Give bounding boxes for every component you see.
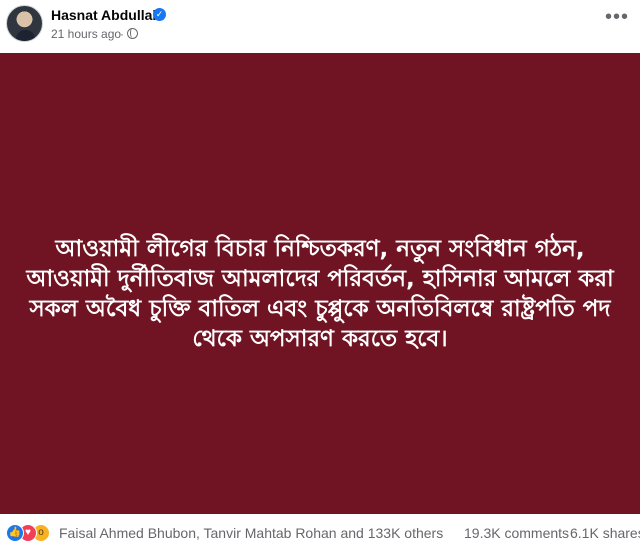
reaction-names[interactable]: Faisal Ahmed Bhubon, Tanvir Mahtab Rohan… [59, 525, 443, 541]
like-icon: 👍 [6, 524, 24, 542]
comments-count[interactable]: 19.3K comments [464, 525, 569, 541]
avatar[interactable] [6, 5, 43, 42]
reaction-icons[interactable]: 👍 ♥ o [6, 524, 62, 542]
author-name[interactable]: Hasnat Abdullah [51, 7, 161, 23]
shares-count[interactable]: 6.1K shares [570, 525, 640, 541]
globe-icon[interactable] [127, 28, 138, 39]
post-text-card: আওয়ামী লীগের বিচার নিশ্চিতকরণ, নতুন সংব… [0, 53, 640, 514]
post-header: Hasnat Abdullah ✓ 21 hours ago · ••• [0, 0, 640, 52]
more-options-icon[interactable]: ••• [603, 7, 631, 30]
separator: · [120, 27, 124, 41]
post-timestamp[interactable]: 21 hours ago [51, 27, 121, 41]
reactions-bar: 👍 ♥ o Faisal Ahmed Bhubon, Tanvir Mahtab… [0, 518, 640, 548]
post-text: আওয়ামী লীগের বিচার নিশ্চিতকরণ, নতুন সংব… [26, 235, 614, 352]
verified-badge-icon: ✓ [153, 8, 166, 21]
